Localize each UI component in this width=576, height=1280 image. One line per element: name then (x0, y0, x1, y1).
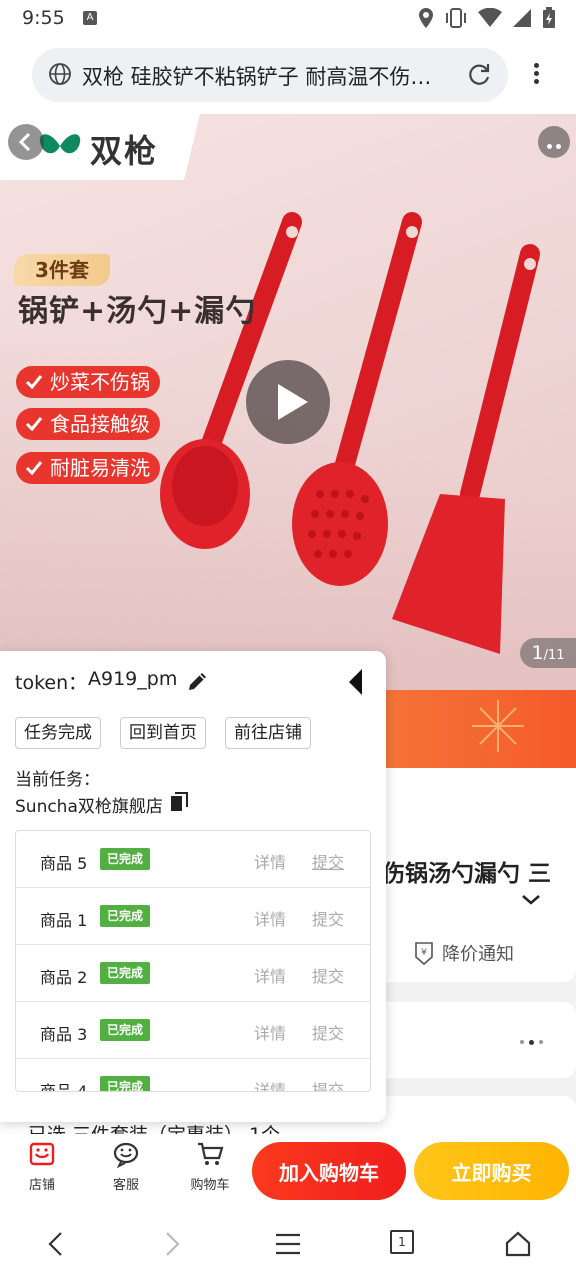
task-name: 商品 5 (40, 854, 88, 873)
feature-tag: 炒菜不伤锅 (16, 366, 160, 398)
current-shop-name: Suncha双枪旗舰店 (15, 797, 163, 817)
token-value: A919_pm (88, 668, 178, 690)
status-badge: 已完成 (100, 905, 151, 927)
customer-service-label: 客服 (112, 1178, 139, 1193)
tab-count: 1 (398, 1235, 406, 1249)
task-row: 商品 3 已完成 详情 提交 (16, 1002, 370, 1059)
tab-switcher-button[interactable]: 1 (390, 1230, 414, 1254)
price-tag-icon: ¥ (415, 942, 433, 966)
detail-link[interactable]: 详情 (254, 963, 286, 987)
firework-icon (472, 700, 524, 752)
price-notify-button[interactable]: ¥ 降价通知 (412, 940, 514, 966)
task-row: 商品 1 已完成 详情 提交 (16, 888, 370, 945)
edit-pencil-icon[interactable] (186, 669, 210, 693)
feature-tag: 耐脏易清洗 (16, 452, 160, 484)
status-badge: 已完成 (100, 1019, 151, 1041)
current-task-label: 当前任务： (15, 770, 100, 790)
address-bar[interactable]: 双枪 硅胶铲不粘锅铲子 耐高温不伤… (32, 48, 508, 102)
detail-link[interactable]: 详情 (254, 906, 286, 930)
feature-tag: 食品接触级 (16, 408, 160, 440)
browser-menu-button[interactable] (524, 60, 548, 90)
customer-service-icon (113, 1142, 139, 1169)
product-image-carousel[interactable]: 双枪 3件套 锅铲+汤勺+漏勺 炒菜不伤锅 食品接触级 耐脏易清洗 1/11 (0, 114, 576, 690)
store-button[interactable]: 店铺 (12, 1140, 72, 1193)
counter-total: /11 (543, 648, 565, 663)
browser-nav-bar: 1 (0, 1210, 576, 1280)
status-badge: 已完成 (100, 848, 151, 870)
product-title-fragment: 伤锅汤勺漏勺 三 (382, 861, 552, 887)
status-icons (418, 6, 556, 30)
url-text: 双枪 硅胶铲不粘锅铲子 耐高温不伤… (82, 65, 432, 89)
buy-now-button[interactable]: 立即购买 (414, 1142, 569, 1200)
battery-icon (543, 7, 555, 28)
chevron-down-icon[interactable] (520, 892, 542, 908)
detail-link[interactable]: 详情 (254, 849, 286, 873)
check-icon (25, 375, 43, 390)
task-name: 商品 1 (40, 911, 88, 930)
task-overlay-panel: token： A919_pm 任务完成 回到首页 前往店铺 当前任务： Sunc… (0, 651, 386, 1122)
play-video-button[interactable] (246, 360, 330, 444)
reload-icon[interactable] (466, 61, 492, 87)
back-arrow-icon[interactable] (44, 1230, 68, 1258)
check-icon (25, 417, 43, 432)
task-row: 商品 4 已完成 详情 提交 (16, 1059, 370, 1092)
submit-link[interactable]: 提交 (312, 906, 344, 930)
go-to-store-button[interactable]: 前往店铺 (225, 717, 311, 749)
brand-name: 双枪 (90, 132, 159, 170)
chevron-left-icon (18, 132, 31, 152)
home-icon[interactable] (504, 1230, 532, 1258)
submit-link[interactable]: 提交 (312, 963, 344, 987)
cart-icon (198, 1142, 224, 1165)
counter-current: 1 (531, 642, 544, 664)
status-badge: 已完成 (100, 1076, 151, 1091)
submit-link[interactable]: 提交 (312, 1077, 344, 1091)
play-icon (278, 384, 308, 420)
image-counter: 1/11 (520, 638, 576, 668)
store-label: 店铺 (28, 1178, 55, 1193)
task-row: 商品 2 已完成 详情 提交 (16, 945, 370, 1002)
copy-icon[interactable] (170, 792, 188, 812)
back-button[interactable] (8, 124, 44, 160)
svg-text:¥: ¥ (421, 948, 427, 958)
cart-label: 购物车 (190, 1178, 230, 1193)
check-icon (25, 461, 43, 476)
submit-link[interactable]: 提交 (312, 849, 344, 873)
collapse-panel-icon[interactable] (346, 667, 366, 697)
more-options-button[interactable] (538, 126, 570, 158)
hamburger-menu-icon[interactable] (274, 1230, 302, 1258)
location-icon (419, 8, 433, 28)
customer-service-button[interactable]: 客服 (96, 1140, 156, 1193)
detail-link[interactable]: 详情 (254, 1020, 286, 1044)
submit-link[interactable]: 提交 (312, 1020, 344, 1044)
forward-arrow-icon[interactable] (160, 1230, 184, 1258)
task-complete-button[interactable]: 任务完成 (15, 717, 101, 749)
token-label: token： (15, 672, 88, 694)
task-name: 商品 4 (40, 1082, 88, 1092)
back-home-button[interactable]: 回到首页 (120, 717, 206, 749)
bottom-action-bar: 店铺 客服 购物车 加入购物车 立即购买 (0, 1134, 576, 1210)
detail-link[interactable]: 详情 (254, 1077, 286, 1091)
task-name: 商品 2 (40, 968, 88, 987)
signal-icon (513, 9, 531, 27)
browser-toolbar: 双枪 硅胶铲不粘锅铲子 耐高温不伤… (0, 38, 576, 114)
cart-button[interactable]: 购物车 (180, 1140, 240, 1193)
set-badge: 3件套 (14, 254, 110, 286)
add-to-cart-button[interactable]: 加入购物车 (252, 1142, 406, 1200)
status-bar: 9:55 A (0, 0, 576, 38)
accessibility-indicator-icon: A (83, 11, 97, 25)
price-notify-label: 降价通知 (442, 944, 514, 965)
status-badge: 已完成 (100, 962, 151, 984)
vibrate-icon (446, 8, 466, 28)
product-headline: 锅铲+汤勺+漏勺 (18, 294, 257, 329)
task-list: 商品 5 已完成 详情 提交 商品 1 已完成 详情 提交 商品 2 已完成 详… (15, 830, 371, 1092)
globe-icon (49, 63, 71, 85)
wifi-icon (478, 8, 502, 27)
more-dots-icon[interactable] (520, 1040, 543, 1045)
task-name: 商品 3 (40, 1025, 88, 1044)
task-row: 商品 5 已完成 详情 提交 (16, 831, 370, 888)
status-time: 9:55 (22, 7, 65, 29)
store-icon (29, 1142, 55, 1166)
